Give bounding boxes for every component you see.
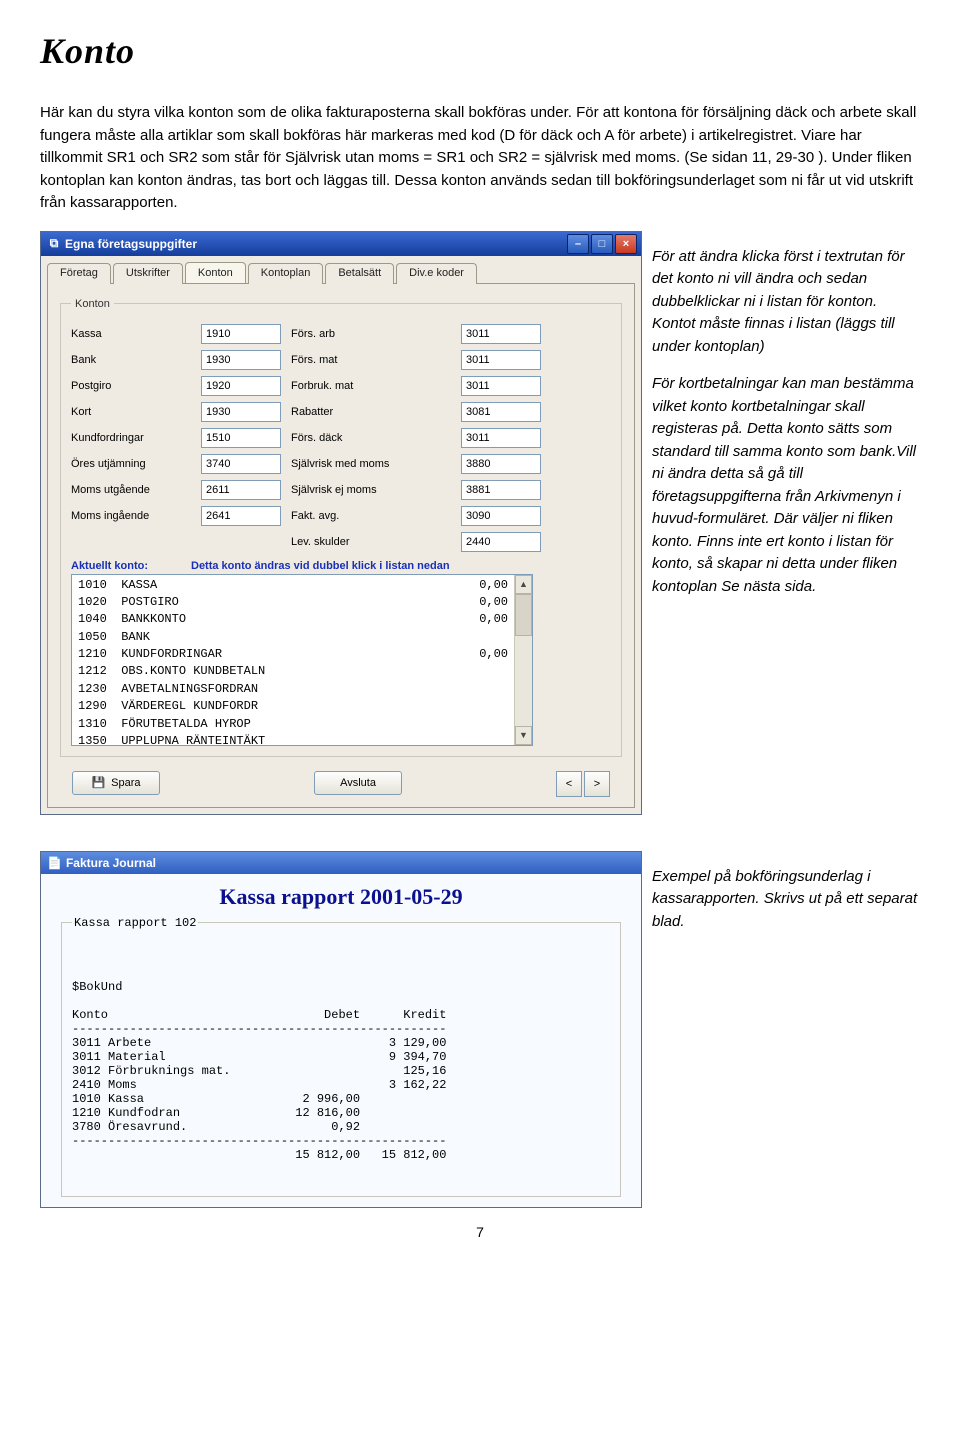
report-window-title: Faktura Journal [66,856,156,870]
field-label: Moms utgående [71,484,191,496]
maximize-button[interactable]: □ [591,234,613,254]
report-titlebar: 📄 Faktura Journal [41,852,641,874]
tab-konton[interactable]: Konton [185,262,246,283]
next-button[interactable]: > [584,771,610,797]
konto-input[interactable] [461,376,541,396]
field-label: Postgiro [71,380,191,392]
list-item[interactable]: 1210 KUNDFORDRINGAR0,00 [78,646,508,663]
field-label: Lev. skulder [291,536,451,548]
field-label: Förs. mat [291,354,451,366]
tab-f-retag[interactable]: Företag [47,263,111,284]
konto-input[interactable] [461,480,541,500]
aktuellt-label: Aktuellt konto: [71,560,191,572]
field-label: Bank [71,354,191,366]
list-item[interactable]: 1230 AVBETALNINGSFORDRAN [78,681,508,698]
konto-input[interactable] [201,506,281,526]
konto-input[interactable] [201,402,281,422]
tab-div-e-koder[interactable]: Div.e koder [396,263,477,284]
intro-paragraph: Här kan du styra vilka konton som de oli… [40,102,920,215]
side-note-3: Exempel på bokföringsunderlag i kassarap… [652,866,920,934]
settings-window: ⧉ Egna företagsuppgifter – □ × FöretagUt… [40,231,642,815]
konto-input[interactable] [201,480,281,500]
prev-button[interactable]: < [556,771,582,797]
titlebar: ⧉ Egna företagsuppgifter – □ × [41,232,641,256]
list-item[interactable]: 1020 POSTGIRO0,00 [78,594,508,611]
report-group-legend: Kassa rapport 102 [72,916,198,930]
field-label: Fakt. avg. [291,510,451,522]
konto-list[interactable]: 1010 KASSA0,001020 POSTGIRO0,001040 BANK… [71,574,533,746]
tab-utskrifter[interactable]: Utskrifter [113,263,183,284]
field-label: Öres utjämning [71,458,191,470]
close-button[interactable]: × [615,234,637,254]
tab-kontoplan[interactable]: Kontoplan [248,263,324,284]
list-item[interactable]: 1310 FÖRUTBETALDA HYROP [78,716,508,733]
konto-input[interactable] [461,428,541,448]
app-icon: ⧉ [47,237,61,251]
side-note-1: För att ändra klicka först i textrutan f… [652,246,920,359]
konto-input[interactable] [461,506,541,526]
aktuellt-note: Detta konto ändras vid dubbel klick i li… [191,560,611,572]
konto-input[interactable] [461,454,541,474]
side-note-2: För kortbetalningar kan man bestämma vil… [652,373,920,598]
field-label: Kassa [71,328,191,340]
scroll-up-icon[interactable]: ▲ [515,575,532,594]
scrollbar[interactable]: ▲ ▼ [514,575,532,745]
tab-betals-tt[interactable]: Betalsätt [325,263,394,284]
field-label: Kundfordringar [71,432,191,444]
list-item[interactable]: 1050 BANK [78,629,508,646]
report-window: 📄 Faktura Journal Kassa rapport 2001-05-… [40,851,642,1208]
close-panel-button[interactable]: Avsluta [314,771,402,795]
list-item[interactable]: 1290 VÄRDEREGL KUNDFORDR [78,698,508,715]
list-item[interactable]: 1350 UPPLUPNA RÄNTEINTÄKT [78,733,508,745]
save-button[interactable]: 💾 Spara [72,771,160,795]
konto-input[interactable] [201,428,281,448]
window-title: Egna företagsuppgifter [65,237,197,251]
konto-input[interactable] [201,350,281,370]
page-title: Konto [40,30,920,72]
minimize-button[interactable]: – [567,234,589,254]
field-label: Moms ingående [71,510,191,522]
page-number: 7 [40,1224,920,1240]
konto-input[interactable] [201,454,281,474]
field-label: Forbruk. mat [291,380,451,392]
field-label: Förs. däck [291,432,451,444]
konto-input[interactable] [201,324,281,344]
group-legend: Konton [71,298,114,310]
report-content: $BokUnd Konto Debet Kredit -------------… [72,980,610,1162]
konto-input[interactable] [461,402,541,422]
save-icon: 💾 [91,776,105,789]
field-label: Rabatter [291,406,451,418]
field-label: Förs. arb [291,328,451,340]
list-item[interactable]: 1212 OBS.KONTO KUNDBETALN [78,663,508,680]
list-item[interactable]: 1010 KASSA0,00 [78,577,508,594]
konto-input[interactable] [461,324,541,344]
konto-input[interactable] [461,350,541,370]
field-label: Självrisk ej moms [291,484,451,496]
list-item[interactable]: 1040 BANKKONTO0,00 [78,611,508,628]
scroll-down-icon[interactable]: ▼ [515,726,532,745]
report-heading: Kassa rapport 2001-05-29 [41,874,641,916]
field-label: Kort [71,406,191,418]
report-app-icon: 📄 [47,856,62,870]
konto-input[interactable] [201,376,281,396]
scroll-thumb[interactable] [515,594,532,636]
field-label: Självrisk med moms [291,458,451,470]
konto-input[interactable] [461,532,541,552]
